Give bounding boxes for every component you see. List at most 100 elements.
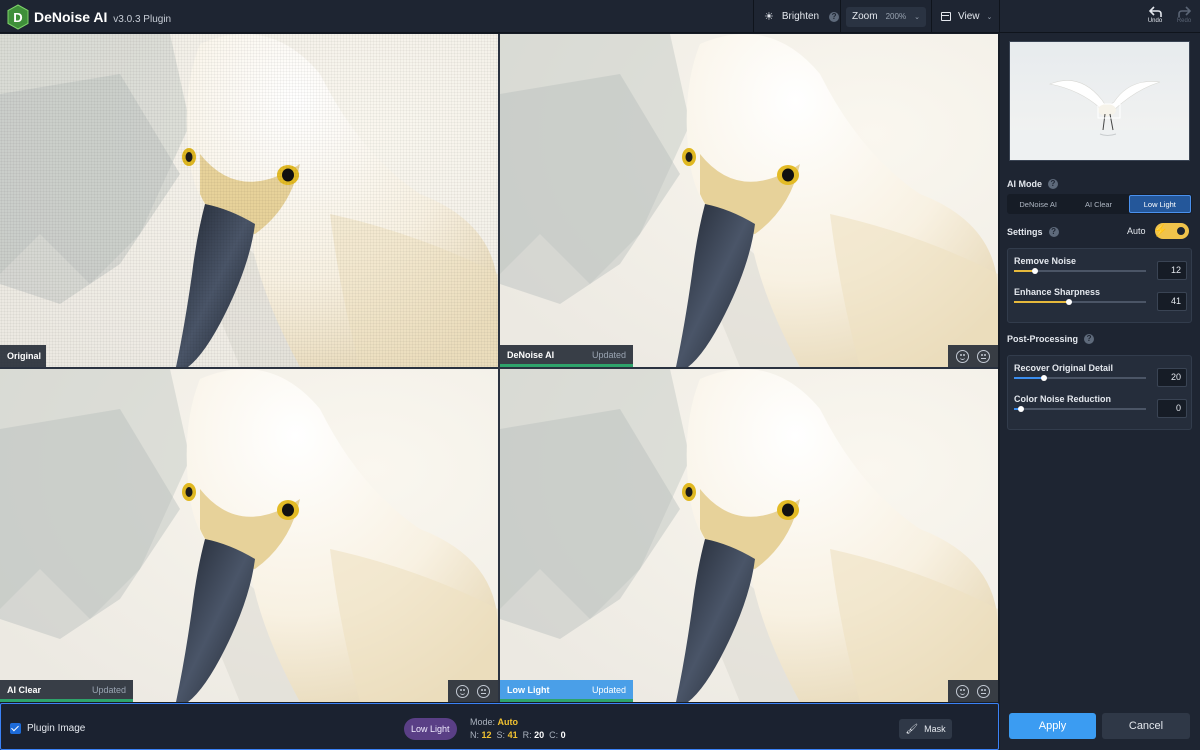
neutral-face-icon[interactable] [977,349,990,363]
panel-label: Original [0,345,46,367]
mode-prefix: Mode: [470,717,496,727]
enhance-sharpness-slider[interactable] [1014,299,1146,305]
n-value: 12 [481,730,492,740]
help-icon[interactable]: ? [1048,227,1059,237]
remove-noise-label: Remove Noise [1014,256,1077,266]
zoom-control[interactable]: Zoom 200% ⌄ [846,0,926,33]
rating-box [948,680,998,702]
toggle-knob [1175,225,1187,237]
preview-low-light[interactable]: Low Light Updated [500,369,998,702]
panel-label: Low Light Updated [500,680,633,702]
settings-label: Settings [1007,227,1043,237]
view-button[interactable]: View ⌄ [941,0,992,33]
color-noise-value[interactable]: 0 [1157,399,1187,418]
post-processing-card: Recover Original Detail 20 Color Noise R… [1007,355,1192,430]
enhance-sharpness-row: Enhance Sharpness 41 [1014,287,1187,317]
mask-button[interactable]: 🖌 Mask [899,719,952,739]
smile-icon[interactable] [956,349,969,363]
brush-icon: 🖌 [905,723,919,735]
mode-info: Mode: Auto N: 12 S: 41 R: 20 C: 0 [470,716,566,742]
brighten-button[interactable]: ☀ Brighten ? [764,0,840,33]
recover-detail-value[interactable]: 20 [1157,368,1187,387]
mode-pill: Low Light [404,718,457,740]
navigator-thumbnail[interactable] [1009,41,1190,161]
smile-icon[interactable] [456,684,469,698]
panel-label: AI Clear Updated [0,680,133,702]
slider-handle[interactable] [1032,268,1039,274]
mode-denoise-ai-button[interactable]: DeNoise AI [1008,195,1068,213]
slider-fill [1014,301,1070,303]
svg-text:D: D [13,10,22,25]
help-icon[interactable]: ? [1084,334,1095,344]
zoom-value: 200% [885,12,907,21]
preview-denoise-ai[interactable]: DeNoise AI Updated [500,34,998,367]
r-label: R: [522,730,532,740]
c-label: C: [549,730,559,740]
redo-button[interactable]: Redo [1170,0,1198,33]
r-value: 20 [534,730,545,740]
enhance-sharpness-label: Enhance Sharpness [1014,287,1101,297]
neutral-face-icon[interactable] [977,684,990,698]
plugin-image-checkbox[interactable] [10,723,21,734]
bird-image [500,34,998,367]
enhance-sharpness-value[interactable]: 41 [1157,292,1187,311]
remove-noise-value[interactable]: 12 [1157,261,1187,280]
app-version: v3.0.3 Plugin [113,14,172,25]
layout-icon [941,12,951,21]
color-noise-slider[interactable] [1014,406,1146,412]
smile-icon[interactable] [956,684,969,698]
preview-original[interactable]: Original [0,34,498,367]
c-value: 0 [560,730,566,740]
slider-handle[interactable] [1017,406,1024,412]
panel-divider [0,367,998,369]
mask-label: Mask [924,724,946,734]
app-title: DeNoise AI v3.0.3 Plugin [34,9,171,25]
apply-button[interactable]: Apply [1009,713,1096,739]
undo-button[interactable]: Undo [1141,0,1169,33]
panel-status: Updated [591,349,626,360]
settings-title: Settings ? [1007,227,1059,237]
post-processing-title: Post-Processing ? [1007,334,1095,344]
help-icon[interactable]: ? [1048,179,1058,189]
preview-ai-clear[interactable]: AI Clear Updated [0,369,498,702]
top-bar: D DeNoise AI v3.0.3 Plugin ☀ Brighten ? … [0,0,1200,33]
zoom-select[interactable]: Zoom 200% ⌄ [846,6,926,27]
settings-card: Remove Noise 12 Enhance Sharpness 41 [1007,248,1192,323]
cancel-button[interactable]: Cancel [1102,713,1190,739]
lightning-icon: ⚡ [1153,223,1168,237]
undo-icon [1148,6,1162,17]
auto-toggle[interactable]: ⚡ [1153,223,1189,239]
chevron-down-icon: ⌄ [986,13,993,21]
toolbar-divider [999,0,1000,33]
remove-noise-row: Remove Noise 12 [1014,256,1187,286]
mode-ai-clear-button[interactable]: AI Clear [1068,195,1128,213]
thumbnail-image [1010,42,1189,160]
app-window: D DeNoise AI v3.0.3 Plugin ☀ Brighten ? … [0,0,1200,750]
post-processing-label: Post-Processing [1007,334,1079,344]
chevron-down-icon: ⌄ [914,13,920,21]
s-value: 41 [507,730,518,740]
mode-low-light-button[interactable]: Low Light [1128,195,1191,213]
recover-detail-slider[interactable] [1014,375,1146,381]
view-label: View [958,11,980,22]
ai-mode-title: AI Mode ? [1007,179,1058,189]
remove-noise-slider[interactable] [1014,268,1146,274]
noise-overlay [0,34,498,367]
rating-box [948,345,998,367]
neutral-face-icon[interactable] [477,684,490,698]
color-noise-row: Color Noise Reduction 0 [1014,394,1187,424]
help-icon[interactable]: ? [829,11,840,22]
toolbar-divider [931,0,932,33]
sun-icon: ☀ [764,11,774,23]
recover-detail-label: Recover Original Detail [1014,363,1114,373]
panel-title: DeNoise AI [507,349,555,360]
slider-handle[interactable] [1041,375,1048,381]
bird-image [0,369,498,702]
toolbar-divider [753,0,754,33]
panel-label: DeNoise AI Updated [500,345,633,367]
slider-handle[interactable] [1066,299,1073,305]
panel-title: Original [7,351,42,361]
zoom-label: Zoom [852,11,878,22]
color-noise-label: Color Noise Reduction [1014,394,1112,404]
mode-value: Auto [497,717,519,727]
